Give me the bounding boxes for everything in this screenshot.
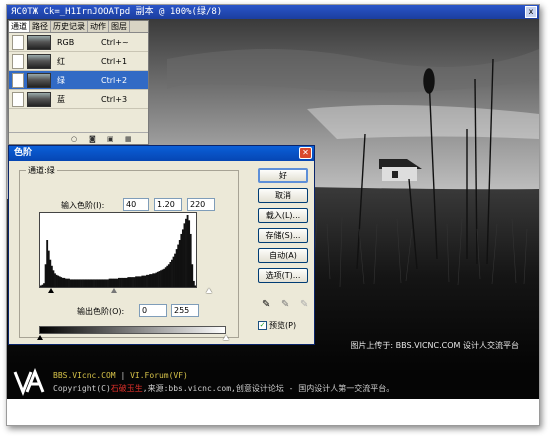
- black-eyedropper-icon[interactable]: ✎: [262, 300, 270, 310]
- channel-name: 红: [57, 56, 65, 66]
- tab-channels[interactable]: 通道: [9, 21, 30, 32]
- input-gamma-slider[interactable]: [111, 288, 117, 293]
- footer-separator: |: [115, 371, 131, 380]
- panel-footer: ○ ◙ ▣ ▦: [9, 132, 148, 144]
- footer-line-1: BBS.VIcnc.COM | VI.Forum(VF): [53, 371, 188, 380]
- channel-shortcut: Ctrl+2: [101, 75, 128, 85]
- tab-paths[interactable]: 路径: [30, 21, 51, 32]
- dialog-title: 色阶 ✕: [9, 146, 314, 161]
- footer-copyright: Copyright(C): [53, 384, 111, 393]
- input-black-field[interactable]: 40: [123, 198, 149, 211]
- tab-history[interactable]: 历史记录: [51, 21, 88, 32]
- input-white-slider[interactable]: [206, 288, 212, 293]
- auto-button[interactable]: 自动(A): [258, 248, 308, 263]
- preview-checkbox[interactable]: ✓ 预览(P): [258, 320, 296, 331]
- output-gradient-bar: [39, 326, 226, 334]
- footer-line-2: Copyright(C)石破玉生,来源:bbs.vicnc.com,创意设计论坛…: [53, 383, 394, 394]
- channel-row-rgb[interactable]: RGB Ctrl+~: [9, 33, 148, 52]
- histogram-chart: [40, 215, 196, 287]
- photo-credit: 图片上传于: BBS.VICNC.COM 设计人交流平台: [350, 341, 519, 350]
- channel-row-green[interactable]: ● 绿 Ctrl+2: [9, 71, 148, 90]
- tab-actions[interactable]: 动作: [88, 21, 109, 32]
- white-eyedropper-icon[interactable]: ✎: [300, 300, 308, 310]
- gray-eyedropper-icon[interactable]: ✎: [281, 300, 289, 310]
- channel-thumbnail: [27, 34, 51, 50]
- document-title: ЯС0ТЖ Ck=_H1IrnJOOATpd 副本 @ 100%(绿/8): [7, 5, 539, 19]
- load-selection-icon[interactable]: ○: [71, 135, 77, 143]
- output-white-slider[interactable]: [223, 335, 229, 340]
- load-button[interactable]: 载入(L)...: [258, 208, 308, 223]
- save-selection-icon[interactable]: ◙: [89, 135, 96, 143]
- eye-icon[interactable]: ●: [12, 72, 24, 88]
- visibility-toggle[interactable]: [12, 53, 24, 69]
- visibility-toggle[interactable]: [12, 34, 24, 50]
- preview-label: 预览(P): [269, 321, 297, 330]
- channel-row-blue[interactable]: 蓝 Ctrl+3: [9, 90, 148, 109]
- footer-forum-link[interactable]: VI.Forum(VF): [130, 371, 188, 380]
- footer-source: ,来源:bbs.vicnc.com,创意设计论坛 - 国内设计人第一交流平台。: [142, 384, 395, 393]
- channel-thumbnail: [27, 53, 51, 69]
- channel-thumbnail: [27, 91, 51, 107]
- input-white-field[interactable]: 220: [187, 198, 215, 211]
- bottom-margin: [7, 399, 539, 425]
- channel-label: 通道:绿: [26, 165, 57, 176]
- levels-dialog: 色阶 ✕ 通道:绿 输入色阶(I): 40 1.20 220 输出色阶(O): …: [8, 145, 315, 345]
- channel-name: RGB: [57, 37, 75, 47]
- cancel-button[interactable]: 取消: [258, 188, 308, 203]
- checkmark-icon: ✓: [258, 321, 267, 330]
- channel-shortcut: Ctrl+~: [101, 37, 129, 47]
- histogram-bar: [194, 285, 196, 287]
- input-gamma-field[interactable]: 1.20: [154, 198, 182, 211]
- output-black-field[interactable]: 0: [139, 304, 167, 317]
- output-black-slider[interactable]: [37, 335, 43, 340]
- channel-thumbnail: [27, 72, 51, 88]
- trash-icon[interactable]: ▦: [125, 135, 132, 143]
- footer-site-link[interactable]: BBS.VIcnc.COM: [53, 371, 116, 380]
- panel-tabs: 通道 路径 历史记录 动作 图层: [9, 21, 148, 33]
- visibility-toggle[interactable]: [12, 91, 24, 107]
- va-logo: [13, 368, 45, 396]
- close-icon[interactable]: x: [525, 6, 537, 18]
- output-white-field[interactable]: 255: [171, 304, 199, 317]
- channel-name: 蓝: [57, 94, 65, 104]
- channel-row-red[interactable]: 红 Ctrl+1: [9, 52, 148, 71]
- ok-button[interactable]: 好: [258, 168, 308, 183]
- input-black-slider[interactable]: [48, 288, 54, 293]
- channel-name: 绿: [57, 75, 65, 85]
- dialog-title-text: 色阶: [14, 148, 33, 158]
- save-button[interactable]: 存储(S)...: [258, 228, 308, 243]
- channel-shortcut: Ctrl+3: [101, 94, 128, 104]
- forum-footer: BBS.VIcnc.COM | VI.Forum(VF) Copyright(C…: [7, 365, 539, 399]
- histogram: [39, 212, 197, 288]
- input-levels-label: 输入色阶(I):: [61, 201, 105, 210]
- screenshot-frame: ЯС0ТЖ Ck=_H1IrnJOOATpd 副本 @ 100%(绿/8) x: [6, 4, 540, 426]
- footer-author: 石破玉生: [110, 384, 143, 393]
- options-button[interactable]: 选项(T)...: [258, 268, 308, 283]
- new-channel-icon[interactable]: ▣: [107, 135, 114, 143]
- channel-shortcut: Ctrl+1: [101, 56, 128, 66]
- close-icon[interactable]: ✕: [299, 147, 312, 159]
- output-levels-label: 输出色阶(O):: [77, 307, 125, 316]
- tab-layers[interactable]: 图层: [109, 21, 130, 32]
- channels-panel: 通道 路径 历史记录 动作 图层 RGB Ctrl+~ 红 Ctrl+1 ● 绿…: [8, 20, 149, 145]
